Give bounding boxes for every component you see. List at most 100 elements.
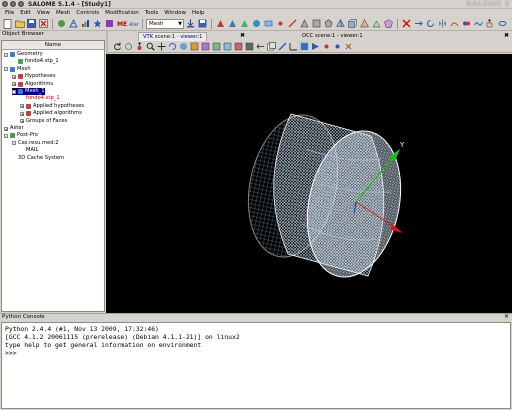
create-group-icon[interactable] <box>263 18 274 29</box>
menu-mesh[interactable]: Mesh <box>53 9 73 17</box>
module-selector[interactable]: Mesh ▼ <box>146 18 184 29</box>
mesh-cylinder[interactable] <box>236 107 413 286</box>
menu-tools[interactable]: Tools <box>142 9 162 17</box>
tree-item[interactable]: + Applied hypotheses <box>20 103 84 110</box>
mesh-module-icon[interactable] <box>68 18 79 29</box>
rotation-icon[interactable] <box>425 18 436 29</box>
tree-item[interactable]: fondo4.stp_1 <box>20 95 60 102</box>
remove-nodes-icon[interactable] <box>401 18 412 29</box>
view-front-icon[interactable] <box>189 41 199 51</box>
revolution-icon[interactable] <box>497 18 508 29</box>
zoom-icon[interactable] <box>145 41 155 51</box>
node-icon[interactable] <box>275 18 286 29</box>
mesh-info-icon[interactable] <box>251 18 262 29</box>
polygon-icon[interactable] <box>323 18 334 29</box>
view-right-icon[interactable] <box>244 41 254 51</box>
aster-module-icon[interactable] <box>92 18 103 29</box>
menu-modification[interactable]: Modification <box>102 9 142 17</box>
menu-window[interactable]: Window <box>161 9 189 17</box>
fit-all-icon[interactable] <box>134 41 144 51</box>
expand-icon[interactable]: + <box>20 119 24 124</box>
tree-item[interactable]: fondo4.stp_1 <box>12 58 59 65</box>
close-study-icon[interactable] <box>38 18 49 29</box>
prism-icon[interactable] <box>371 18 382 29</box>
view-bottom-icon[interactable] <box>222 41 232 51</box>
dynamic-rotation-icon[interactable] <box>343 41 353 51</box>
open-folder-icon[interactable] <box>14 18 25 29</box>
triangle-icon[interactable] <box>299 18 310 29</box>
import-mesh-icon[interactable] <box>185 18 196 29</box>
compute-mesh-icon[interactable] <box>215 18 226 29</box>
tetrahedron-icon[interactable] <box>335 18 346 29</box>
tree-item[interactable]: 3D Cache System <box>12 155 64 162</box>
menu-controls[interactable]: Controls <box>73 9 102 17</box>
collapse-icon[interactable]: - <box>4 52 8 57</box>
view-left-icon[interactable] <box>233 41 243 51</box>
dump-view-icon[interactable] <box>112 41 122 51</box>
view-back-icon[interactable] <box>200 41 210 51</box>
vtk-3d-viewer[interactable]: Y <box>106 54 512 313</box>
translation-icon[interactable] <box>413 18 424 29</box>
column-header-name[interactable]: Name <box>2 41 104 50</box>
edit-mesh-icon[interactable] <box>239 18 250 29</box>
collapse-icon[interactable]: - <box>12 89 16 94</box>
expand-icon[interactable]: + <box>20 104 24 109</box>
tree-item[interactable]: MAIL <box>20 147 38 154</box>
tree-item[interactable]: - Mesh <box>4 66 31 73</box>
console-prompt[interactable]: >>> <box>5 349 507 357</box>
menu-help[interactable]: Help <box>189 9 208 17</box>
minimize-window-icon[interactable] <box>10 1 16 7</box>
create-submesh-icon[interactable] <box>227 18 238 29</box>
global-pan-icon[interactable] <box>178 41 188 51</box>
clipping-icon[interactable] <box>277 41 287 51</box>
collapse-icon[interactable]: - <box>12 141 16 146</box>
tab-occ-viewer[interactable]: OCC scene:1 - viewer:1 <box>298 32 367 40</box>
expand-icon[interactable]: + <box>12 82 16 87</box>
tree-item[interactable]: + Hypotheses <box>12 73 56 80</box>
save-mesh-icon[interactable] <box>197 18 208 29</box>
close-tab-icon[interactable]: ✖ <box>504 32 509 39</box>
tree-item[interactable]: - Post-Pro <box>4 132 38 139</box>
expand-icon[interactable]: + <box>12 74 16 79</box>
menu-edit[interactable]: Edit <box>17 9 34 17</box>
show-trihedron-icon[interactable] <box>123 41 133 51</box>
yacs-module-icon[interactable] <box>104 18 115 29</box>
geometry-module-icon[interactable] <box>56 18 67 29</box>
tree-item[interactable]: + Algorithms <box>12 81 53 88</box>
graduated-axes-icon[interactable] <box>299 41 309 51</box>
zooming-style-icon[interactable] <box>332 41 342 51</box>
interaction-style-icon[interactable] <box>321 41 331 51</box>
med-module-icon[interactable]: MED <box>116 18 127 29</box>
save-icon[interactable] <box>26 18 37 29</box>
post-pro-module-icon[interactable] <box>80 18 91 29</box>
rotate-icon[interactable] <box>167 41 177 51</box>
collapse-icon[interactable]: - <box>4 133 8 138</box>
expand-icon[interactable]: + <box>20 111 24 116</box>
tree-item[interactable]: - Cas.resu.med:2 <box>12 140 59 147</box>
collapse-icon[interactable]: - <box>4 67 8 72</box>
projection-icon[interactable] <box>310 41 320 51</box>
python-console[interactable]: Python 2.4.4 (#1, Nov 13 2009, 17:32:46)… <box>1 322 511 409</box>
ncle-module-icon[interactable]: Alar <box>128 18 139 29</box>
maximize-window-icon[interactable] <box>18 1 24 7</box>
clone-view-icon[interactable] <box>266 41 276 51</box>
reset-view-icon[interactable] <box>255 41 265 51</box>
menu-file[interactable]: File <box>2 9 17 17</box>
tree-item[interactable]: - Mesh_1 <box>12 88 45 95</box>
sewing-icon[interactable] <box>449 18 460 29</box>
tree-item[interactable]: + Applied algorithms <box>20 110 82 117</box>
tree-item[interactable]: + Aster <box>4 125 24 132</box>
edge-icon[interactable] <box>287 18 298 29</box>
view-top-icon[interactable] <box>211 41 221 51</box>
scaling-icon[interactable] <box>288 41 298 51</box>
expand-icon[interactable]: + <box>4 126 8 131</box>
polyhedron-icon[interactable] <box>383 18 394 29</box>
quadrangle-icon[interactable] <box>311 18 322 29</box>
merge-nodes-icon[interactable] <box>461 18 472 29</box>
viewer-canvas[interactable]: Y <box>106 54 512 313</box>
smoothing-icon[interactable] <box>473 18 484 29</box>
close-icon[interactable]: ✕ <box>504 313 509 320</box>
close-tab-icon[interactable]: ✖ <box>240 32 245 39</box>
pyramid-icon[interactable] <box>359 18 370 29</box>
tree-item[interactable]: + Groups of Faces <box>20 118 67 125</box>
